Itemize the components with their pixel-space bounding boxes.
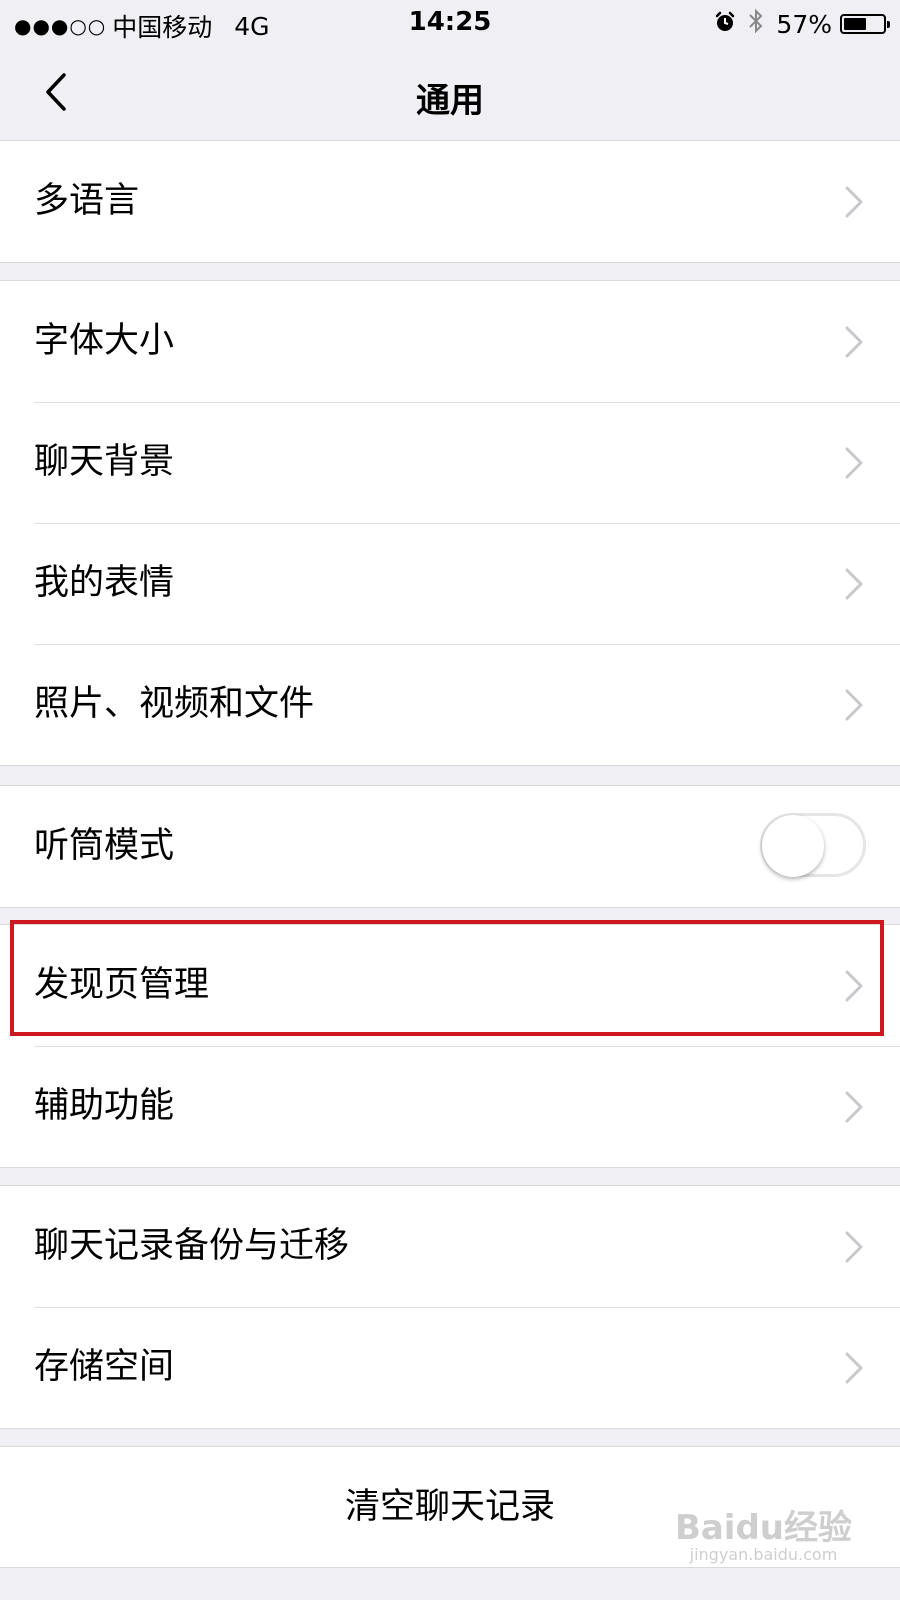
page-title: 通用	[416, 81, 484, 121]
row-label: 我的表情	[34, 563, 175, 603]
chevron-right-icon	[845, 970, 863, 1002]
settings-group-discover: 发现页管理 辅助功能	[0, 924, 900, 1168]
settings-group-language: 多语言	[0, 140, 900, 263]
toggle-knob	[762, 815, 824, 877]
chevron-right-icon	[845, 447, 863, 479]
chevron-right-icon	[845, 1352, 863, 1384]
settings-row-discover-management[interactable]: 发现页管理	[0, 925, 900, 1046]
row-label: 发现页管理	[34, 965, 210, 1005]
baidu-watermark: Baidu经验 jingyan.baidu.com	[675, 1500, 852, 1564]
row-label: 照片、视频和文件	[34, 684, 315, 724]
watermark-logo: Baidu经验	[674, 1508, 852, 1548]
settings-row-earpiece-mode: 听筒模式	[0, 786, 900, 907]
chevron-right-icon	[845, 326, 863, 358]
battery-fill	[844, 18, 866, 30]
watermark-url: jingyan.baidu.com	[689, 1545, 838, 1564]
settings-group-storage: 聊天记录备份与迁移 存储空间	[0, 1185, 900, 1429]
row-label: 多语言	[34, 181, 140, 221]
settings-group-earpiece: 听筒模式	[0, 785, 900, 908]
row-label: 字体大小	[34, 321, 175, 361]
row-label: 存储空间	[34, 1347, 175, 1387]
row-label: 聊天背景	[34, 442, 175, 482]
settings-row-storage[interactable]: 存储空间	[0, 1307, 900, 1428]
status-right: 57%	[714, 8, 890, 40]
settings-row-chat-background[interactable]: 聊天背景	[0, 402, 900, 523]
row-label: 辅助功能	[34, 1086, 175, 1126]
settings-row-language[interactable]: 多语言	[0, 141, 900, 262]
navigation-bar: 通用	[0, 45, 900, 141]
earpiece-mode-toggle[interactable]	[760, 813, 866, 877]
status-bar: ●●●○○ 中国移动 4G 14:25 57%	[0, 0, 900, 45]
row-label: 听筒模式	[34, 826, 175, 866]
alarm-icon	[714, 10, 736, 39]
settings-row-media-files[interactable]: 照片、视频和文件	[0, 644, 900, 765]
settings-row-font-size[interactable]: 字体大小	[0, 281, 900, 402]
settings-group-display: 字体大小 聊天背景 我的表情 照片、视频和文件	[0, 280, 900, 766]
settings-row-chat-backup[interactable]: 聊天记录备份与迁移	[0, 1186, 900, 1307]
row-label: 聊天记录备份与迁移	[34, 1226, 350, 1266]
chevron-right-icon	[845, 568, 863, 600]
chevron-right-icon	[845, 1091, 863, 1123]
settings-row-my-stickers[interactable]: 我的表情	[0, 523, 900, 644]
chevron-right-icon	[845, 186, 863, 218]
settings-row-accessibility[interactable]: 辅助功能	[0, 1046, 900, 1167]
battery-icon	[840, 14, 890, 34]
chevron-right-icon	[845, 689, 863, 721]
battery-percent: 57%	[776, 9, 832, 39]
bluetooth-icon	[748, 8, 764, 40]
chevron-right-icon	[845, 1231, 863, 1263]
